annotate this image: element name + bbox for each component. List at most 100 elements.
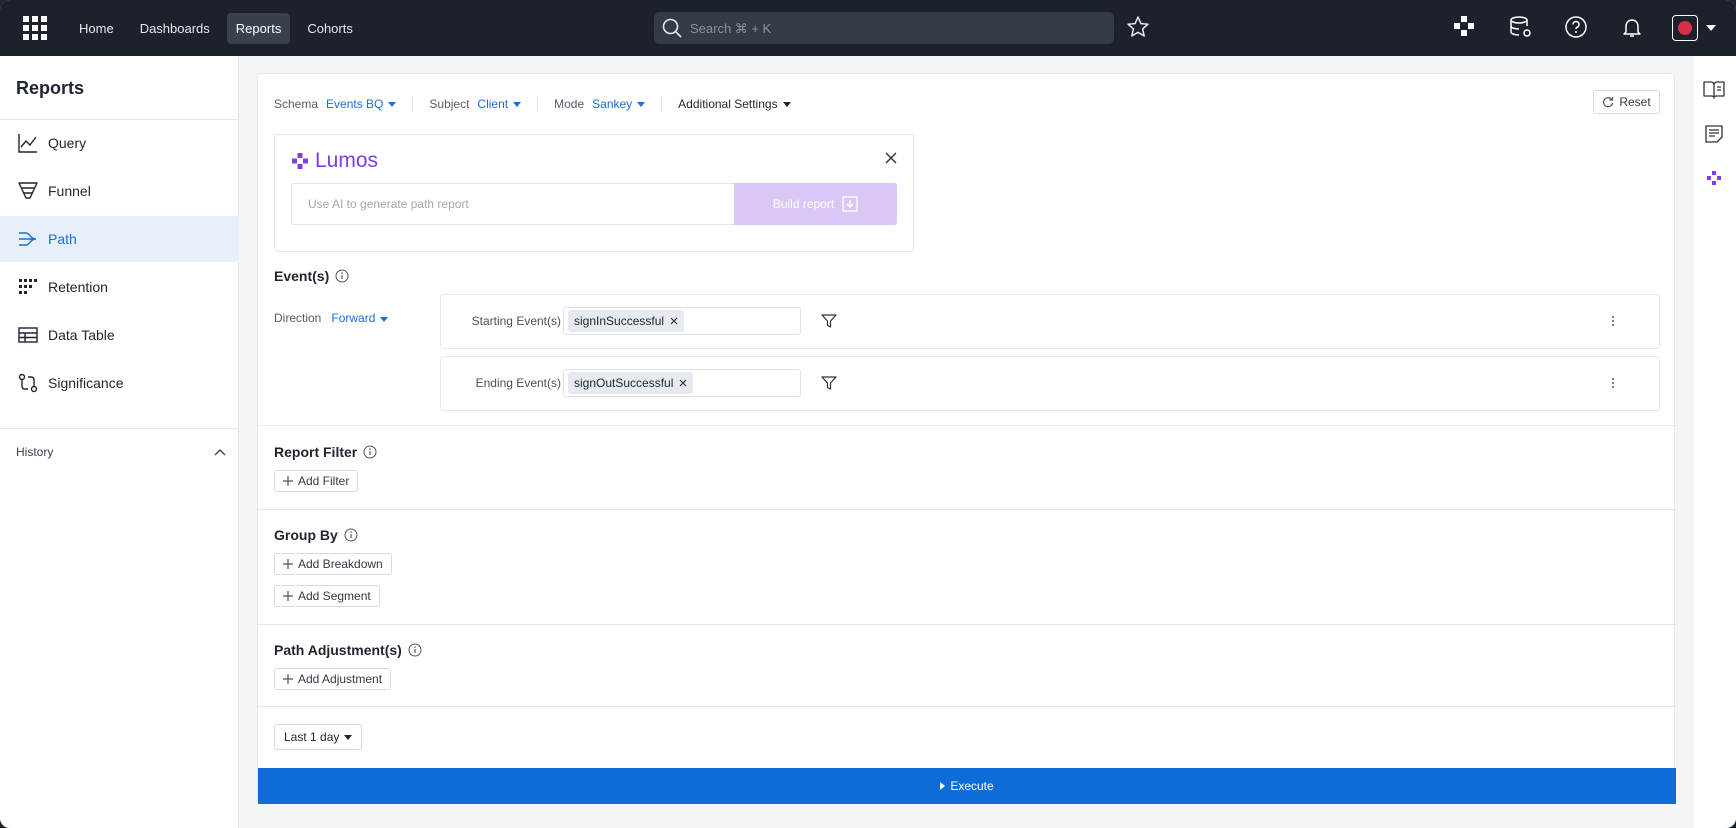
date-range-dropdown[interactable]: Last 1 day <box>274 724 363 750</box>
group-by-title-text: Group By <box>274 527 338 543</box>
section-divider <box>258 509 1676 510</box>
report-filter-title: Report Filter <box>274 444 377 460</box>
main-nav: Home Dashboards Reports Cohorts <box>70 13 362 44</box>
additional-settings-label: Additional Settings <box>678 97 778 111</box>
plus-icon <box>283 674 293 684</box>
mode-dropdown[interactable]: Sankey <box>592 97 646 111</box>
plus-icon <box>283 559 293 569</box>
section-divider <box>258 425 1676 426</box>
notifications-bell-icon[interactable] <box>1620 15 1644 39</box>
filter-icon[interactable] <box>821 313 837 329</box>
significance-icon <box>18 373 38 393</box>
subject-label: Subject <box>429 97 470 111</box>
history-label: History <box>16 445 54 459</box>
sidebar: Reports Query Funnel Path Retention Data… <box>0 56 239 828</box>
lumos-sparkle-icon[interactable] <box>1706 170 1722 186</box>
user-menu-chevron-down-icon[interactable] <box>1706 25 1716 31</box>
plus-icon <box>283 476 293 486</box>
top-navigation-bar: Home Dashboards Reports Cohorts <box>0 0 1736 56</box>
sidebar-item-query[interactable]: Query <box>0 120 239 166</box>
nav-cohorts[interactable]: Cohorts <box>298 13 362 44</box>
add-adjustment-label: Add Adjustment <box>298 672 383 686</box>
info-icon[interactable] <box>335 269 349 283</box>
subject-value: Client <box>477 97 509 111</box>
section-divider <box>258 706 1676 707</box>
more-vertical-icon[interactable] <box>1611 313 1615 329</box>
sidebar-item-label: Data Table <box>48 327 115 343</box>
add-segment-button[interactable]: Add Segment <box>274 585 380 607</box>
info-icon[interactable] <box>408 643 422 657</box>
sidebar-item-path[interactable]: Path <box>0 216 239 262</box>
starting-events-row: Starting Event(s) signInSuccessful <box>440 294 1660 349</box>
ending-events-row: Ending Event(s) signOutSuccessful <box>440 356 1660 411</box>
right-tool-rail <box>1694 56 1736 828</box>
subject-dropdown[interactable]: Client <box>477 97 522 111</box>
add-breakdown-button[interactable]: Add Breakdown <box>274 553 392 575</box>
ending-events-select[interactable]: signOutSuccessful <box>563 369 801 397</box>
app-window: Home Dashboards Reports Cohorts Reports … <box>0 0 1736 828</box>
sidebar-item-retention[interactable]: Retention <box>0 264 239 310</box>
caret-down-icon <box>388 101 397 107</box>
book-icon[interactable] <box>1703 80 1725 100</box>
sidebar-item-label: Funnel <box>48 183 91 199</box>
remove-chip-close-icon[interactable] <box>670 317 678 325</box>
caret-down-icon <box>344 734 353 740</box>
add-segment-label: Add Segment <box>298 589 371 603</box>
info-icon[interactable] <box>363 445 377 459</box>
database-settings-icon[interactable] <box>1509 15 1533 39</box>
close-icon[interactable] <box>885 152 897 164</box>
global-search[interactable] <box>654 12 1114 44</box>
build-report-button[interactable]: Build report <box>734 183 897 225</box>
user-avatar[interactable] <box>1672 15 1698 41</box>
caret-down-icon <box>513 101 522 107</box>
starting-events-select[interactable]: signInSuccessful <box>563 307 801 335</box>
filter-icon[interactable] <box>821 375 837 391</box>
event-chip-label: signOutSuccessful <box>574 376 674 390</box>
additional-settings-dropdown[interactable]: Additional Settings <box>678 97 791 111</box>
add-adjustment-button[interactable]: Add Adjustment <box>274 668 392 690</box>
star-icon[interactable] <box>1126 15 1150 39</box>
notes-icon[interactable] <box>1704 124 1724 144</box>
table-icon <box>18 327 38 343</box>
app-logo-icon[interactable] <box>23 16 47 40</box>
lumos-prompt-input[interactable] <box>291 183 734 225</box>
add-filter-button[interactable]: Add Filter <box>274 470 359 492</box>
search-input[interactable] <box>690 20 1070 36</box>
report-builder-panel: Schema Events BQ Subject Client Mode San… <box>257 73 1676 804</box>
search-icon <box>662 18 682 38</box>
events-title-text: Event(s) <box>274 268 330 284</box>
more-vertical-icon[interactable] <box>1611 375 1615 391</box>
nav-home[interactable]: Home <box>70 13 123 44</box>
direction-label: Direction <box>274 311 322 325</box>
path-adjustment-title: Path Adjustment(s) <box>274 642 422 658</box>
execute-label: Execute <box>950 779 994 793</box>
event-chip: signInSuccessful <box>568 310 685 332</box>
lumos-ai-panel: Lumos Build report <box>274 134 914 252</box>
execute-button[interactable]: Execute <box>258 768 1676 804</box>
ending-events-label: Ending Event(s) <box>475 376 561 390</box>
build-report-label: Build report <box>772 197 835 211</box>
sidebar-item-significance[interactable]: Significance <box>0 360 239 406</box>
retention-grid-icon <box>19 279 37 294</box>
schema-dropdown[interactable]: Events BQ <box>326 97 397 111</box>
nav-reports[interactable]: Reports <box>226 13 291 44</box>
path-icon <box>19 232 37 246</box>
info-icon[interactable] <box>344 528 358 542</box>
mode-label: Mode <box>554 97 585 111</box>
help-icon[interactable] <box>1564 15 1588 39</box>
lumos-sparkle-icon <box>292 153 308 169</box>
direction-value: Forward <box>331 311 376 325</box>
path-adjustment-title-text: Path Adjustment(s) <box>274 642 402 658</box>
schema-label: Schema <box>274 97 319 111</box>
sidebar-item-data-table[interactable]: Data Table <box>0 312 239 358</box>
history-section-toggle[interactable]: History <box>16 445 226 459</box>
reset-button[interactable]: Reset <box>1593 90 1660 114</box>
direction-dropdown[interactable]: Forward <box>331 311 389 325</box>
sidebar-item-label: Significance <box>48 375 124 391</box>
lumos-sparkle-icon[interactable] <box>1453 15 1475 37</box>
remove-chip-close-icon[interactable] <box>679 379 687 387</box>
add-breakdown-label: Add Breakdown <box>298 557 383 571</box>
sidebar-item-funnel[interactable]: Funnel <box>0 168 239 214</box>
nav-dashboards[interactable]: Dashboards <box>131 13 219 44</box>
direction-selector: Direction Forward <box>274 311 389 325</box>
